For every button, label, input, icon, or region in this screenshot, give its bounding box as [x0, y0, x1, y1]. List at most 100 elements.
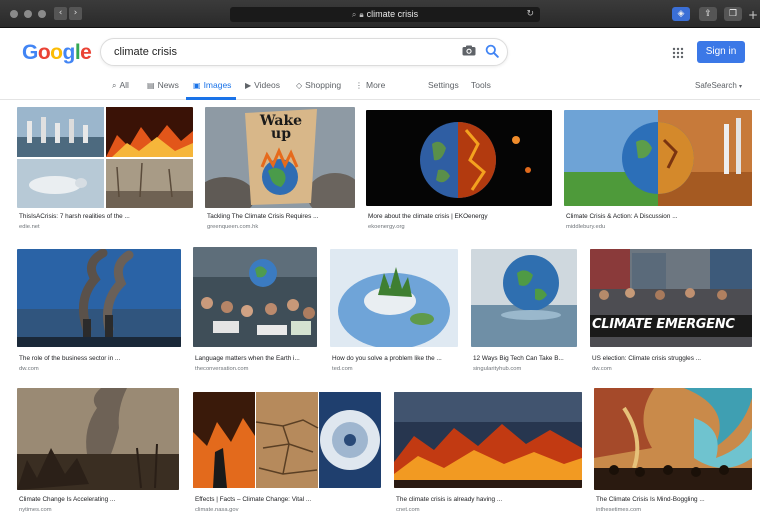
- result-title[interactable]: Language matters when the Earth i...: [195, 355, 300, 362]
- result-source: ted.com: [332, 366, 353, 372]
- forward-button[interactable]: ›: [69, 7, 82, 20]
- result-source: theconversation.com: [195, 366, 249, 372]
- active-tab-indicator: [186, 97, 236, 100]
- safesearch-dropdown[interactable]: SafeSearch ▾: [695, 81, 742, 90]
- result-thumbnail[interactable]: [471, 249, 577, 347]
- result-title[interactable]: ThisIsACrisis: 7 harsh realities of the …: [19, 213, 130, 220]
- sign-in-button[interactable]: Sign in: [697, 41, 745, 63]
- result-title[interactable]: 12 Ways Big Tech Can Take B...: [473, 355, 564, 362]
- close-window-icon[interactable]: [10, 10, 18, 18]
- image-result[interactable]: Climate Crisis & Action: A Discussion ..…: [564, 110, 752, 237]
- result-thumbnail[interactable]: [193, 247, 317, 347]
- tab-label: Videos: [254, 80, 280, 90]
- tab-all[interactable]: ⌕ All: [112, 80, 129, 91]
- minimize-window-icon[interactable]: [24, 10, 32, 18]
- image-result[interactable]: The role of the business sector in ... d…: [17, 249, 181, 375]
- address-bar[interactable]: ⌕ 🔒︎ climate crisis ↻: [230, 7, 540, 22]
- logo-letter: o: [50, 41, 63, 64]
- search-box[interactable]: climate crisis: [100, 38, 508, 66]
- search-icon: ⌕: [351, 10, 357, 19]
- tab-shopping[interactable]: ◇ Shopping: [296, 80, 341, 90]
- logo-letter: G: [22, 41, 38, 64]
- result-source: climate.nasa.gov: [195, 507, 239, 513]
- new-tab-icon[interactable]: +: [748, 9, 758, 21]
- tabs-overview-icon[interactable]: ❐: [724, 7, 742, 21]
- search-icon: ⌕: [112, 81, 117, 90]
- tab-images[interactable]: ▣ Images: [193, 80, 231, 90]
- result-thumbnail[interactable]: [394, 392, 582, 488]
- google-logo[interactable]: Google: [22, 41, 92, 65]
- result-title[interactable]: Climate Crisis & Action: A Discussion ..…: [566, 213, 678, 220]
- image-result[interactable]: The climate crisis is already having ...…: [394, 392, 582, 518]
- image-result[interactable]: Climate Change Is Accelerating ... nytim…: [17, 388, 179, 518]
- result-thumbnail[interactable]: [193, 392, 381, 488]
- result-source: greenqueen.com.hk: [207, 224, 259, 230]
- result-title[interactable]: Climate Change Is Accelerating ...: [19, 496, 115, 503]
- result-thumbnail[interactable]: [17, 107, 193, 208]
- result-title[interactable]: Effects | Facts – Climate Change: Vital …: [195, 496, 311, 503]
- logo-letter: o: [37, 41, 51, 64]
- reload-icon[interactable]: ↻: [526, 7, 534, 22]
- image-result[interactable]: How do you solve a problem like the ... …: [330, 249, 458, 375]
- banner-text: CLIMATE EMERGENC: [592, 317, 735, 332]
- image-result[interactable]: CLIMATE EMERGENC US election: Climate cr…: [590, 249, 752, 375]
- result-source: ekoenergy.org: [368, 224, 405, 230]
- tab-label: Images: [203, 80, 232, 90]
- result-title[interactable]: US election: Climate crisis struggles ..…: [592, 355, 701, 362]
- tab-settings[interactable]: Settings: [428, 80, 459, 90]
- image-result[interactable]: Effects | Facts – Climate Change: Vital …: [193, 392, 381, 518]
- result-source: edie.net: [19, 224, 40, 230]
- result-thumbnail[interactable]: [564, 110, 752, 206]
- browser-window: ‹ › ⌕ 🔒︎ climate crisis ↻ ◈ ⇪ ❐ + Google c…: [0, 0, 760, 522]
- tab-label: Shopping: [305, 80, 342, 90]
- result-source: nytimes.com: [19, 507, 52, 513]
- result-thumbnail[interactable]: [17, 249, 181, 347]
- more-vertical-icon: ⋮: [355, 81, 363, 90]
- sign-line: up: [271, 126, 291, 142]
- camera-icon[interactable]: [462, 45, 476, 56]
- video-icon: ▶: [245, 81, 252, 90]
- result-title[interactable]: More about the climate crisis | EKOenerg…: [368, 213, 488, 220]
- share-icon[interactable]: ⇪: [699, 7, 717, 21]
- result-thumbnail[interactable]: [594, 388, 752, 490]
- safesearch-label: SafeSearch: [695, 81, 737, 90]
- chevron-down-icon: ▾: [739, 83, 743, 90]
- news-icon: ▤: [147, 81, 155, 90]
- result-title[interactable]: The climate crisis is already having ...: [396, 496, 502, 503]
- result-title[interactable]: How do you solve a problem like the ...: [332, 355, 442, 362]
- apps-grid-icon[interactable]: [672, 47, 684, 59]
- result-title[interactable]: The role of the business sector in ...: [19, 355, 120, 362]
- result-thumbnail[interactable]: [366, 110, 552, 206]
- result-thumbnail[interactable]: [330, 249, 458, 347]
- tab-videos[interactable]: ▶ Videos: [245, 80, 280, 90]
- result-source: inthesetimes.com: [596, 507, 642, 513]
- search-icon[interactable]: [485, 44, 499, 58]
- image-result[interactable]: Language matters when the Earth i... the…: [193, 247, 317, 375]
- shield-extension-icon[interactable]: ◈: [672, 7, 690, 21]
- search-tabs: ⌕ All ▤ News ▣ Images ▶ Videos ◇ Shopping ⋮ Mo…: [0, 74, 760, 100]
- result-source: singularityhub.com: [473, 366, 522, 372]
- tab-label: News: [157, 80, 179, 90]
- image-result[interactable]: More about the climate crisis | EKOenerg…: [366, 110, 552, 237]
- tab-more[interactable]: ⋮ More: [355, 80, 385, 90]
- sign-text: Wake up: [253, 114, 309, 142]
- image-result[interactable]: ThisIsACrisis: 7 harsh realities of the …: [17, 107, 193, 237]
- search-input[interactable]: climate crisis: [114, 46, 177, 58]
- logo-letter: g: [62, 41, 76, 64]
- browser-toolbar: ‹ › ⌕ 🔒︎ climate crisis ↻ ◈ ⇪ ❐ +: [0, 0, 760, 28]
- tab-tools[interactable]: Tools: [471, 80, 491, 90]
- images-icon: ▣: [193, 81, 201, 90]
- zoom-window-icon[interactable]: [38, 10, 46, 18]
- tab-label: More: [366, 80, 386, 90]
- logo-letter: e: [80, 41, 92, 64]
- result-thumbnail[interactable]: [590, 249, 752, 347]
- back-button[interactable]: ‹: [54, 7, 67, 20]
- result-title[interactable]: Tackling The Climate Crisis Requires ...: [207, 213, 318, 220]
- result-title[interactable]: The Climate Crisis Is Mind-Boggling ...: [596, 496, 705, 503]
- result-source: middlebury.edu: [566, 224, 606, 230]
- image-result[interactable]: The Climate Crisis Is Mind-Boggling ... …: [594, 388, 752, 518]
- result-thumbnail[interactable]: [17, 388, 179, 490]
- tab-news[interactable]: ▤ News: [147, 80, 179, 90]
- image-result[interactable]: 12 Ways Big Tech Can Take B... singulari…: [471, 249, 577, 375]
- image-result[interactable]: Wake up Tackling The Climate Crisis Requ…: [205, 107, 355, 237]
